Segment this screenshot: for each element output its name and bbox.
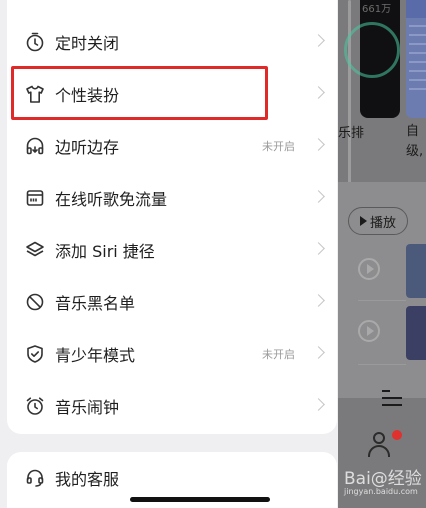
chevron-right-icon [312, 242, 325, 255]
chevron-right-icon [312, 190, 325, 203]
song-thumbnail [406, 244, 426, 298]
menu-item-free-data[interactable]: 在线听歌免流量 [7, 172, 337, 224]
background-card-count: 661万 [362, 4, 392, 15]
home-indicator[interactable] [130, 497, 270, 502]
menu-item-teen-mode[interactable]: 青少年模式 未开启 [7, 328, 337, 380]
background-play-button[interactable]: 播放 [348, 207, 408, 235]
chevron-right-icon [312, 138, 325, 151]
background-card-title-2: 自 级, [406, 124, 424, 159]
sim-card-icon [25, 188, 45, 208]
shield-check-icon [25, 344, 45, 364]
menu-item-music-alarm[interactable]: 音乐闹钟 [7, 380, 337, 432]
chevron-right-icon [312, 86, 325, 99]
timer-icon [25, 32, 45, 52]
headset-icon [25, 468, 45, 488]
highlight-annotation [11, 66, 268, 120]
menu-item-siri-shortcut[interactable]: 添加 Siri 捷径 [7, 224, 337, 276]
background-chart-card[interactable] [406, 0, 426, 118]
song-play-icon[interactable] [358, 258, 380, 280]
background-album-card[interactable]: 661万 [344, 0, 400, 118]
menu-item-listen-and-save[interactable]: 边听边存 未开启 [7, 120, 337, 172]
alarm-clock-icon [25, 396, 45, 416]
menu-item-sleep-timer[interactable]: 定时关闭 [7, 16, 337, 68]
chevron-right-icon [312, 398, 325, 411]
layers-icon [25, 240, 45, 260]
watermark: Bai@经验 jingyan.baidu.com [344, 469, 422, 496]
chevron-right-icon [312, 346, 325, 359]
chevron-right-icon [312, 294, 325, 307]
background-card-title: 乐排 [338, 126, 365, 141]
headphones-icon [25, 136, 45, 156]
status-text: 未开启 [262, 348, 295, 361]
chevron-right-icon [312, 34, 325, 47]
playlist-icon[interactable] [382, 390, 402, 411]
background-app: 661万 乐排 自 级, 播放 Bai@经验 jingyan.baidu.com [338, 0, 426, 508]
play-icon [359, 216, 367, 226]
song-thumbnail [406, 306, 426, 360]
status-text: 未开启 [262, 140, 295, 153]
song-play-icon[interactable] [358, 320, 380, 342]
friends-icon[interactable] [366, 432, 392, 458]
menu-item-music-blacklist[interactable]: 音乐黑名单 [7, 276, 337, 328]
disc-icon [344, 22, 400, 78]
block-icon [25, 292, 45, 312]
notification-badge [392, 430, 402, 440]
